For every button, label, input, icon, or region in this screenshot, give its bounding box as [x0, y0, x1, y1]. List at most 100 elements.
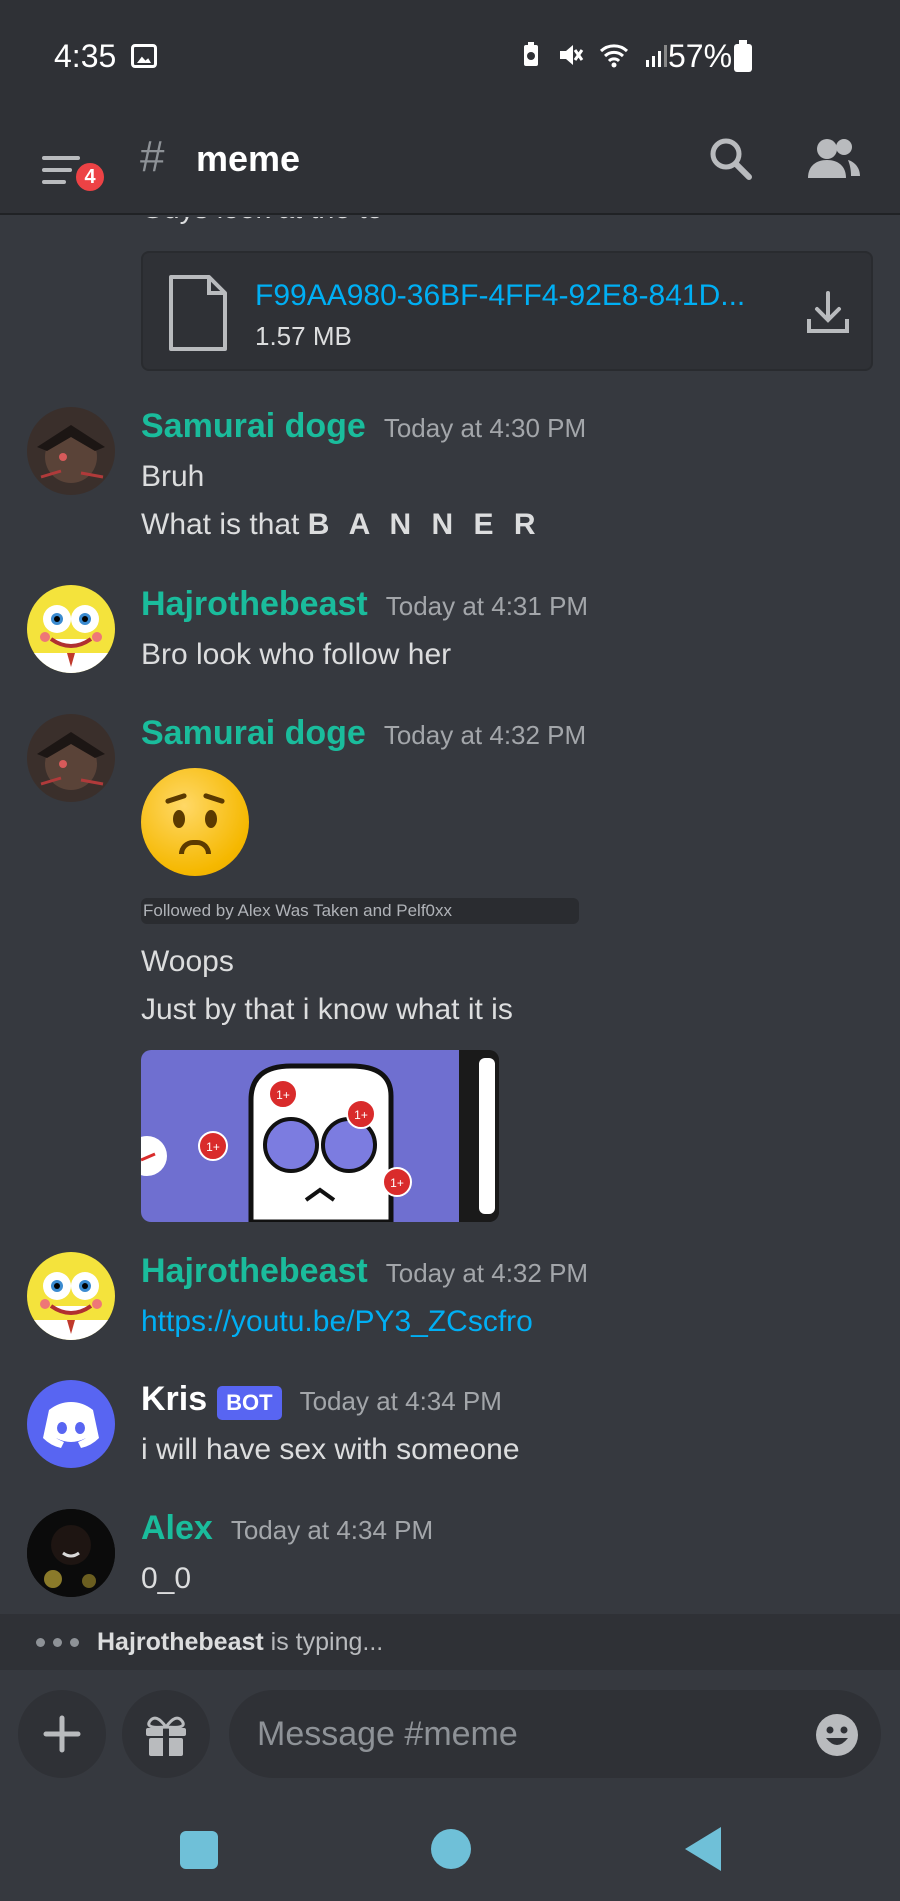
emoji-brow [164, 792, 188, 805]
username[interactable]: Alex [141, 1509, 213, 1548]
mute-icon [560, 45, 584, 65]
status-time: 4:35 [54, 38, 117, 74]
battery-percent: 57% [668, 38, 733, 74]
hamburger-icon [42, 156, 80, 160]
typing-text: Hajrothebeast is typing... [97, 1614, 383, 1670]
wifi-icon [599, 44, 629, 68]
message-header: Hajrothebeast Today at 4:32 PM [141, 1252, 880, 1298]
emoji-eye [205, 810, 217, 828]
avatar[interactable] [27, 407, 115, 495]
home-button[interactable] [431, 1829, 471, 1869]
typing-suffix: is typing... [263, 1628, 384, 1656]
username[interactable]: Hajrothebeast [141, 1252, 368, 1291]
file-size: 1.57 MB [255, 321, 352, 351]
message-text: Guys look at the to [141, 217, 383, 226]
username[interactable]: Hajrothebeast [141, 585, 368, 624]
typing-dots-icon [36, 1638, 79, 1647]
message-body: Hajrothebeast Today at 4:32 PM https://y… [141, 1252, 880, 1346]
timestamp: Today at 4:32 PM [385, 1258, 589, 1288]
unread-badge: 4 [73, 160, 107, 194]
members-icon[interactable] [806, 132, 862, 188]
channel-hash-icon: # [140, 132, 165, 181]
message-header: Kris BOT Today at 4:34 PM [141, 1380, 880, 1426]
add-attachment-button[interactable] [18, 1690, 106, 1778]
message-body: Hajrothebeast Today at 4:31 PM Bro look … [141, 585, 880, 679]
message-text: Woops [141, 945, 234, 978]
badge-text: 1+ [206, 1140, 220, 1154]
back-button[interactable] [685, 1827, 721, 1871]
screenshot-strip[interactable]: Followed by Alex Was Taken and Pelf0xx [141, 898, 579, 924]
status-bar: 4:35 57% [0, 0, 900, 110]
emoji-brow [202, 792, 226, 805]
message-header: Samurai doge Today at 4:30 PM [141, 407, 880, 453]
message-input[interactable] [229, 1690, 881, 1778]
hamburger-line [42, 168, 72, 172]
avatar[interactable] [27, 585, 115, 673]
message-body: Samurai doge Today at 4:30 PM Bruh What … [141, 407, 880, 549]
message-link[interactable]: https://youtu.be/PY3_ZCscfro [141, 1298, 880, 1346]
gift-icon [146, 1716, 186, 1756]
message-text: Bro look who follow her [141, 638, 452, 671]
avatar[interactable] [27, 1509, 115, 1597]
username[interactable]: Samurai doge [141, 407, 366, 446]
status-icons [518, 42, 670, 68]
search-icon[interactable] [706, 134, 756, 184]
username[interactable]: Kris [141, 1380, 207, 1419]
cartoon-image-icon: 1+ 1+ 1+ 1+ [141, 1050, 499, 1222]
recents-button[interactable] [180, 1831, 218, 1869]
message-text-part: What is that [141, 508, 308, 541]
spongebob-avatar-icon [27, 1252, 115, 1340]
samurai-avatar-icon [27, 714, 115, 802]
message-text: Just by that i know what it is [141, 993, 513, 1026]
download-icon[interactable] [805, 289, 851, 335]
message-header: Alex Today at 4:34 PM [141, 1509, 880, 1555]
message-body: Samurai doge Today at 4:32 PM Followed b… [141, 714, 880, 1222]
message-body: Kris BOT Today at 4:34 PM i will have se… [141, 1380, 880, 1474]
emoji-icon[interactable] [814, 1712, 860, 1758]
avatar[interactable] [27, 1380, 115, 1468]
samurai-avatar-icon [27, 407, 115, 495]
channel-name: meme [196, 138, 301, 179]
file-attachment[interactable]: F99AA980-36BF-4FF4-92E8-841D... 1.57 MB [141, 251, 873, 371]
channel-header: 4 # meme [0, 110, 900, 215]
dark-avatar-icon [27, 1509, 115, 1597]
menu-button[interactable]: 4 [38, 138, 107, 198]
battery-saver-icon [524, 42, 538, 66]
message-list[interactable]: Guys look at the to F99AA980-36BF-4FF4-9… [0, 217, 900, 1614]
signal-icon [646, 45, 667, 67]
plus-icon [43, 1715, 81, 1753]
message-text: What is that B A N N E R [141, 501, 880, 549]
discord-logo-icon [43, 1402, 99, 1448]
message-header: Hajrothebeast Today at 4:31 PM [141, 585, 880, 631]
badge-text: 1+ [276, 1088, 290, 1102]
emoji-mouth [179, 840, 211, 854]
hamburger-line [42, 180, 66, 184]
timestamp: Today at 4:34 PM [230, 1515, 434, 1545]
timestamp: Today at 4:32 PM [383, 720, 587, 750]
typing-user: Hajrothebeast [97, 1628, 264, 1656]
timestamp: Today at 4:34 PM [299, 1386, 502, 1416]
timestamp: Today at 4:31 PM [385, 591, 589, 621]
badge-text: 1+ [354, 1108, 368, 1122]
avatar[interactable] [27, 714, 115, 802]
message-composer [0, 1670, 900, 1793]
timestamp: Today at 4:30 PM [383, 413, 587, 443]
bot-tag: BOT [217, 1386, 282, 1420]
image-embed[interactable]: 1+ 1+ 1+ 1+ [141, 1050, 499, 1222]
username[interactable]: Samurai doge [141, 714, 366, 753]
emphasis-text: B A N N E R [307, 508, 542, 541]
typing-indicator: Hajrothebeast is typing... [0, 1614, 900, 1670]
image-icon [131, 44, 157, 68]
spongebob-avatar-icon [27, 585, 115, 673]
file-icon [169, 275, 227, 351]
gift-button[interactable] [122, 1690, 210, 1778]
emoji-eye [173, 810, 185, 828]
message-body: Alex Today at 4:34 PM 0_0 [141, 1509, 880, 1603]
system-nav-bar [0, 1793, 900, 1901]
message-text: i will have sex with someone [141, 1433, 520, 1466]
avatar[interactable] [27, 1252, 115, 1340]
file-name-link[interactable]: F99AA980-36BF-4FF4-92E8-841D... [255, 279, 745, 313]
battery-icon [734, 40, 752, 72]
message-header: Samurai doge Today at 4:32 PM [141, 714, 880, 760]
message-text: Bruh [141, 460, 205, 493]
